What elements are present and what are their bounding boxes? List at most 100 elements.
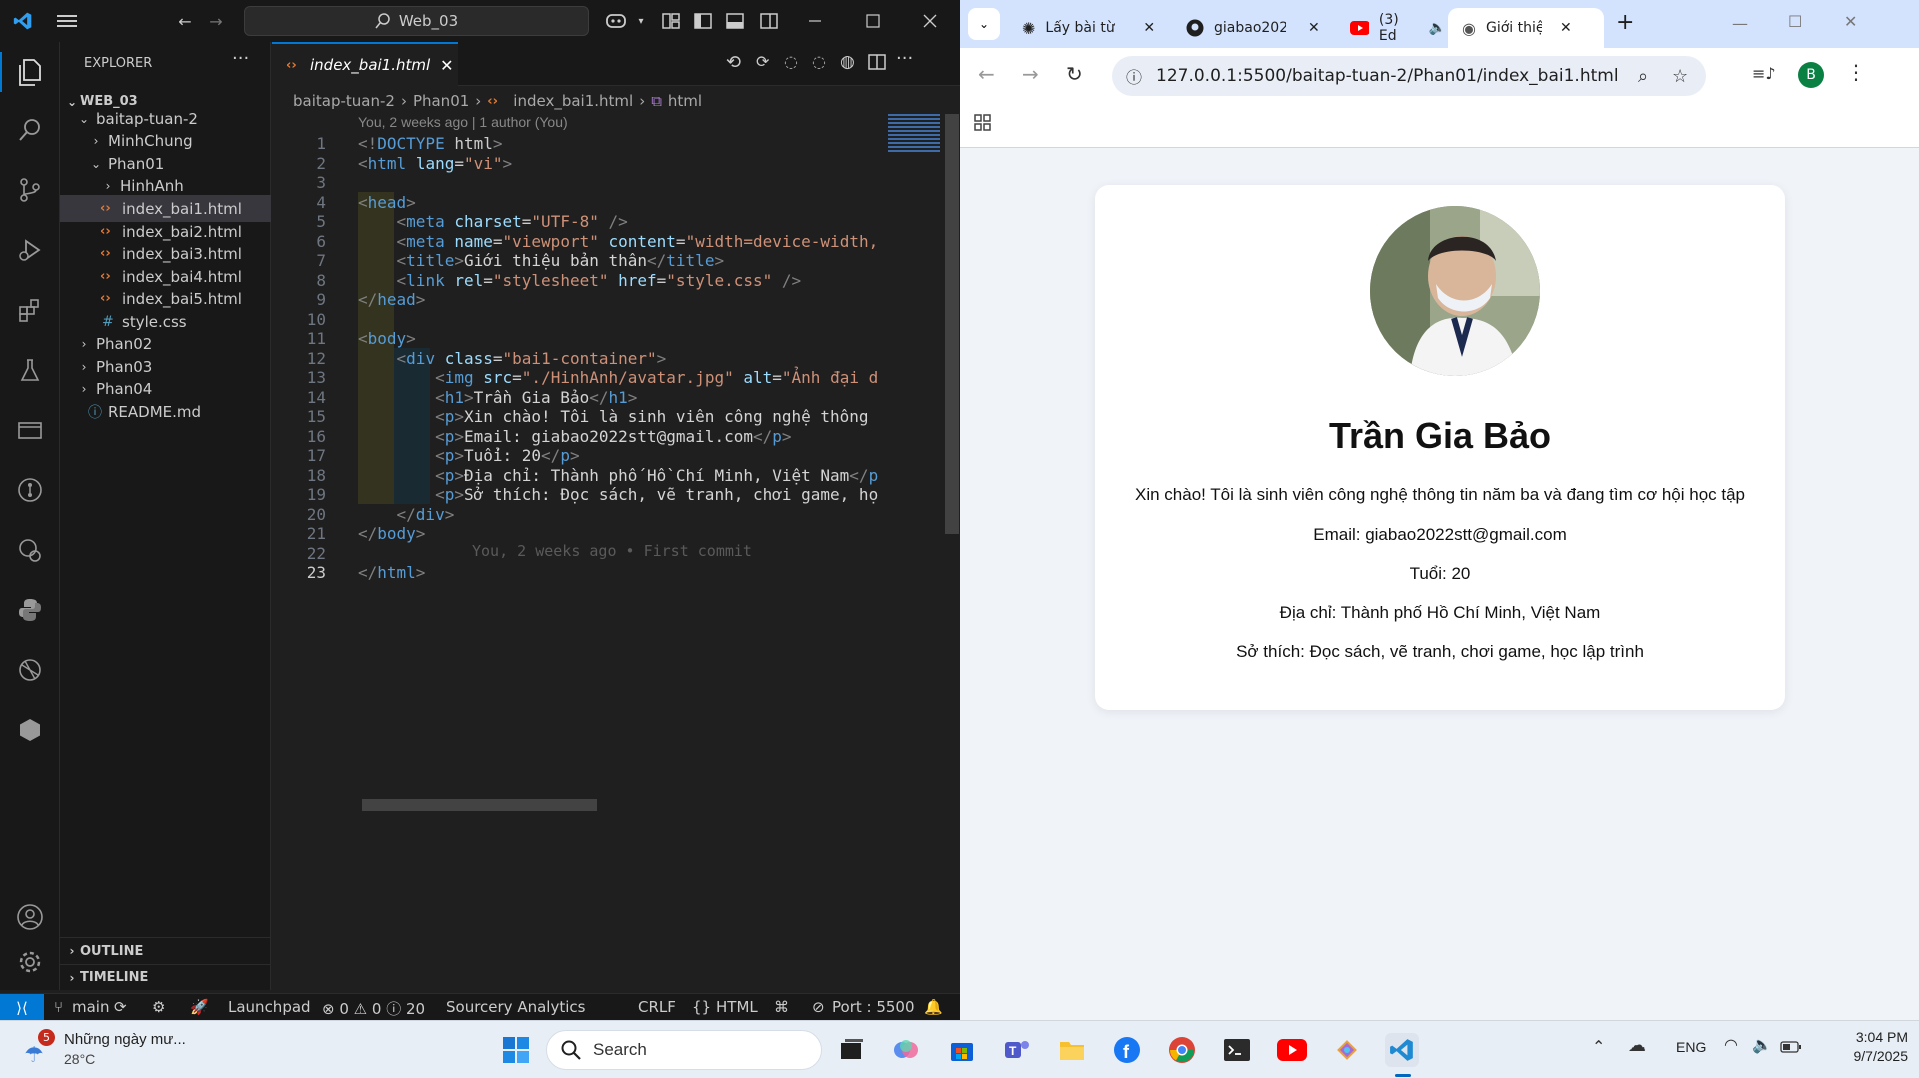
toggle-secondary-sidebar-icon[interactable]	[756, 8, 782, 34]
volume-icon[interactable]: 🔈	[1752, 1035, 1772, 1054]
breadcrumb-item[interactable]: baitap-tuan-2	[293, 92, 395, 110]
clock[interactable]: 3:04 PM 9/7/2025	[1828, 1029, 1909, 1064]
remote-indicator-icon[interactable]: ⟩⟨	[0, 994, 44, 1021]
problems-status[interactable]: ⊗ 0 ⚠ 0 ⓘ 20	[322, 998, 425, 1019]
sync-icon[interactable]: ⟳	[114, 998, 127, 1016]
menu-icon[interactable]	[54, 8, 80, 34]
eol-label[interactable]: CRLF	[638, 998, 676, 1016]
maximize-icon[interactable]	[860, 8, 886, 34]
task-view-icon[interactable]	[835, 1033, 869, 1067]
browser-tab-1[interactable]: ✺ Lấy bài từ ✕	[1008, 8, 1172, 48]
branch-name[interactable]: main	[72, 998, 109, 1016]
minimize-icon[interactable]	[802, 8, 828, 34]
search-icon[interactable]	[10, 110, 50, 150]
more-actions-icon[interactable]: ···	[232, 48, 249, 69]
copilot-icon[interactable]	[603, 8, 629, 34]
battery-icon[interactable]	[1780, 1038, 1802, 1057]
code-editor[interactable]: You, 2 weeks ago | 1 author (You) 1 <!DOC…	[272, 114, 888, 974]
chrome-icon[interactable]	[1165, 1033, 1199, 1067]
microsoft-store-icon[interactable]	[945, 1033, 979, 1067]
accounts-icon[interactable]	[10, 897, 50, 937]
minimap[interactable]	[878, 114, 959, 984]
tree-item-readme[interactable]: ⓘ README.md	[60, 398, 271, 425]
language-indicator[interactable]: ENG	[1676, 1039, 1706, 1055]
customize-layout-icon[interactable]	[658, 8, 684, 34]
language-label[interactable]: HTML	[716, 998, 758, 1016]
toggle-panel-icon[interactable]	[722, 8, 748, 34]
maximize-icon[interactable]: ☐	[1788, 12, 1802, 31]
outline-section[interactable]: › OUTLINE	[60, 937, 271, 964]
sourcery-label[interactable]: Sourcery Analytics	[446, 998, 585, 1016]
source-control-icon[interactable]	[10, 170, 50, 210]
taskbar-search-box[interactable]: Search	[546, 1030, 822, 1070]
open-changes-icon[interactable]: ⟳	[756, 52, 769, 71]
teams-icon[interactable]: T	[1000, 1033, 1034, 1067]
forward-arrow-icon[interactable]: →	[203, 8, 229, 34]
speaker-icon[interactable]: 🔈	[1429, 20, 1446, 36]
copilot-status-icon[interactable]: ⌘	[774, 998, 789, 1016]
split-editor-icon[interactable]	[868, 54, 886, 74]
hexagon-extension-icon[interactable]	[10, 710, 50, 750]
notifications-bell-icon[interactable]: 🔔	[924, 998, 943, 1016]
close-tab-icon[interactable]: ✕	[440, 56, 453, 75]
show-hidden-icons-chevron-icon[interactable]: ⌃	[1592, 1037, 1605, 1056]
youtube-icon[interactable]	[1275, 1033, 1309, 1067]
live-server-port[interactable]: Port : 5500	[832, 998, 915, 1016]
bookmark-star-icon[interactable]: ☆	[1672, 66, 1688, 87]
close-tab-icon[interactable]: ✕	[1143, 20, 1155, 36]
close-tab-icon[interactable]: ✕	[1560, 20, 1572, 36]
reload-icon[interactable]: ↻	[1066, 62, 1083, 86]
extensions-icon[interactable]	[10, 290, 50, 330]
browser-tab-4-active[interactable]: ◉ Giới thiệu ✕	[1448, 8, 1604, 48]
tab-index-bai1[interactable]: ‹› index_bai1.html ✕	[272, 42, 458, 86]
git-graph-icon[interactable]: ⚙	[152, 998, 165, 1016]
apps-grid-icon[interactable]	[974, 114, 992, 136]
command-center-search[interactable]: Web_03	[244, 6, 589, 36]
facebook-icon[interactable]: f	[1110, 1033, 1144, 1067]
remote-explorer-icon[interactable]	[10, 410, 50, 450]
toggle-primary-sidebar-icon[interactable]	[690, 8, 716, 34]
breadcrumb-item[interactable]: index_bai1.html	[513, 92, 633, 110]
timeline-history-icon[interactable]: ⟲	[726, 52, 741, 73]
vscode-taskbar-icon[interactable]	[1385, 1033, 1419, 1067]
close-window-icon[interactable]	[917, 8, 943, 34]
run-debug-icon[interactable]	[10, 230, 50, 270]
back-arrow-icon[interactable]: ←	[978, 62, 995, 86]
next-change-icon[interactable]: ◌	[812, 52, 826, 71]
site-info-icon[interactable]: ⓘ	[1126, 64, 1142, 88]
media-controls-icon[interactable]: ≡♪	[1752, 64, 1776, 83]
terminal-icon[interactable]	[1220, 1033, 1254, 1067]
copilot-dropdown-icon[interactable]: ▾	[628, 8, 654, 34]
explorer-icon[interactable]	[0, 52, 60, 92]
chrome-menu-icon[interactable]: ⋮	[1846, 60, 1866, 84]
back-arrow-icon[interactable]: ←	[172, 8, 198, 34]
vertical-scrollbar[interactable]	[945, 114, 959, 534]
codelens-blame[interactable]: You, 2 weeks ago | 1 author (You)	[358, 114, 568, 130]
more-actions-icon[interactable]: ···	[896, 48, 913, 69]
gitlens-inspect-icon[interactable]	[10, 530, 50, 570]
browser-tab-2[interactable]: giabao202 ✕	[1172, 8, 1336, 48]
copilot-taskbar-icon[interactable]	[889, 1033, 923, 1067]
new-tab-icon[interactable]: +	[1616, 10, 1634, 35]
gitlens-commit-icon[interactable]: ◍	[840, 52, 855, 72]
browser-tab-3[interactable]: (3) Ed 🔈	[1336, 8, 1446, 48]
file-explorer-icon[interactable]	[1055, 1033, 1089, 1067]
weather-widget[interactable]: ☂ 5 Những ngày mư... 28°C	[20, 1029, 220, 1073]
gitlens-icon[interactable]	[10, 470, 50, 510]
gemini-app-icon[interactable]	[1330, 1033, 1364, 1067]
address-bar[interactable]: ⓘ 127.0.0.1:5500/baitap-tuan-2/Phan01/in…	[1112, 56, 1706, 96]
breadcrumb-item[interactable]: Phan01	[413, 92, 469, 110]
testing-icon[interactable]	[10, 350, 50, 390]
previous-change-icon[interactable]: ◌	[784, 52, 798, 71]
launchpad-label[interactable]: Launchpad	[228, 998, 311, 1016]
profile-avatar[interactable]: B	[1798, 62, 1824, 88]
forward-arrow-icon[interactable]: →	[1022, 62, 1039, 86]
onedrive-cloud-icon[interactable]: ☁	[1628, 1035, 1646, 1056]
remote-connection-icon[interactable]	[10, 650, 50, 690]
horizontal-scrollbar[interactable]	[362, 799, 597, 811]
minimize-icon[interactable]: —	[1732, 14, 1748, 33]
close-tab-icon[interactable]: ✕	[1308, 20, 1320, 36]
tab-search-dropdown-icon[interactable]: ⌄	[968, 8, 1000, 40]
wifi-icon[interactable]: ◠	[1724, 1035, 1738, 1054]
python-icon[interactable]	[10, 590, 50, 630]
